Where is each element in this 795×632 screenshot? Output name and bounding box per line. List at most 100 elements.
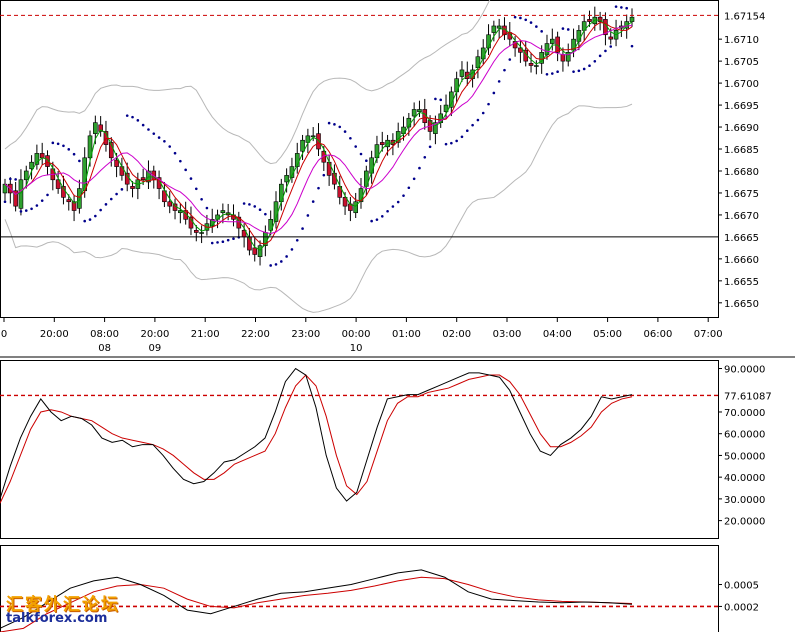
sar-dot xyxy=(503,68,506,72)
macd-tick-label: 0.0005 xyxy=(724,581,759,592)
candle-body xyxy=(284,175,289,183)
sar-dot xyxy=(194,187,198,191)
sar-dot xyxy=(444,142,448,146)
stochastic-axis: 90.0000 70.0000 60.0000 50.0000 40.0000 30.00… xyxy=(718,365,765,528)
sar-dot xyxy=(625,6,628,10)
stochastic-panel: 90.0000 70.0000 60.0000 50.0000 40.0000 30.00… xyxy=(0,360,772,539)
sar-dot xyxy=(72,152,76,156)
sar-dot xyxy=(455,139,458,143)
sar-dot xyxy=(487,102,490,106)
sar-dot xyxy=(620,6,623,9)
sar-dot xyxy=(83,219,87,223)
candle-body xyxy=(257,245,263,257)
sar-dot xyxy=(306,214,310,217)
stochastic-tick-label: 40.0000 xyxy=(724,473,765,484)
sar-dot xyxy=(577,69,581,73)
candle-body xyxy=(549,38,555,44)
sar-dot xyxy=(3,200,7,204)
stochastic-tick-label: 20.0000 xyxy=(724,517,765,528)
sar-dot xyxy=(19,210,23,213)
sar-dot xyxy=(24,209,28,212)
sar-dot xyxy=(232,237,235,241)
logo-domain-text: talkforex.com xyxy=(6,611,108,626)
sar-dot xyxy=(609,45,613,48)
sar-dot xyxy=(460,135,464,139)
sar-dot xyxy=(14,178,17,181)
price-panel-frame xyxy=(0,0,719,318)
sar-dot xyxy=(349,136,352,140)
sar-dot xyxy=(163,139,166,143)
sar-dot xyxy=(582,67,586,71)
candle-body xyxy=(369,157,374,174)
date-label: 10 xyxy=(350,343,363,354)
time-tick-label: 08:00 xyxy=(90,329,119,340)
time-tick-label: 0 xyxy=(1,329,7,340)
price-axis: 1.6710 1.6705 1.6700 1.6695 1.6690 1.6685 1.66… xyxy=(718,35,759,310)
sar-dot xyxy=(540,30,543,33)
sar-dot xyxy=(556,70,559,74)
sar-dot xyxy=(290,248,294,251)
time-tick-label: 00:00 xyxy=(342,329,371,340)
price-tick-label: 1.6680 xyxy=(724,167,759,178)
candle-body xyxy=(167,201,173,207)
stochastic-tick-label: 70.0000 xyxy=(724,408,765,419)
candle-body xyxy=(199,232,204,234)
sar-dot xyxy=(333,123,336,126)
candle-body xyxy=(629,16,635,22)
sar-dot xyxy=(338,125,342,129)
sar-dot xyxy=(428,145,432,149)
sar-dot xyxy=(481,111,485,115)
candle-body xyxy=(252,247,258,255)
candle-body xyxy=(18,179,24,209)
candle-body xyxy=(587,19,592,22)
stochastic-tick-label: 30.0000 xyxy=(724,495,765,506)
time-tick-label: 01:00 xyxy=(392,329,421,340)
sar-dot xyxy=(88,218,92,221)
sar-dot xyxy=(35,204,39,207)
sar-dot xyxy=(104,203,108,206)
sar-dot xyxy=(439,98,443,102)
sar-dot xyxy=(189,177,193,180)
candle-body xyxy=(130,186,135,189)
sar-dot xyxy=(301,227,304,230)
candle-body xyxy=(193,230,199,233)
candle-body xyxy=(411,109,417,117)
sar-dot xyxy=(391,205,395,208)
sar-dot xyxy=(184,168,187,172)
candle-body xyxy=(417,109,422,112)
sar-dot xyxy=(56,142,60,146)
current-price-label: 1.67154 xyxy=(724,11,765,22)
sar-dot xyxy=(157,136,161,139)
time-axis: 0 20:00 08:00 08 20:00 09 21:00 22:00 23:00 00:00… xyxy=(1,318,723,354)
sar-dot xyxy=(258,208,262,212)
sar-dot xyxy=(311,200,315,203)
sar-dot xyxy=(46,193,49,197)
sar-dot xyxy=(131,115,134,119)
sar-dot xyxy=(173,151,177,155)
stochastic-tick-label: 50.0000 xyxy=(724,451,765,462)
horizontal-line-label: 1.6665 xyxy=(724,233,759,244)
sar-dot xyxy=(434,97,437,101)
sar-dot xyxy=(529,21,533,24)
sar-dot xyxy=(295,238,299,242)
price-tick-label: 1.6670 xyxy=(724,211,759,222)
sar-dot xyxy=(375,218,379,221)
sar-dot xyxy=(200,197,203,201)
sar-dot xyxy=(396,200,400,204)
sar-dot xyxy=(508,58,512,61)
sar-dot xyxy=(269,264,272,267)
candle-body xyxy=(119,166,125,176)
sar-dot xyxy=(386,209,389,213)
price-tick-label: 1.6705 xyxy=(724,57,759,68)
sar-dot xyxy=(524,18,528,22)
sar-dot xyxy=(248,203,251,206)
sar-dot xyxy=(274,263,278,266)
sar-dot xyxy=(226,238,230,242)
price-tick-label: 1.6675 xyxy=(724,189,759,200)
sar-dot xyxy=(78,159,81,163)
price-tick-label: 1.6690 xyxy=(724,123,759,134)
sar-dot xyxy=(471,123,474,127)
sar-dot xyxy=(497,80,501,83)
sar-dot xyxy=(322,173,326,177)
price-tick-label: 1.6695 xyxy=(724,101,759,112)
